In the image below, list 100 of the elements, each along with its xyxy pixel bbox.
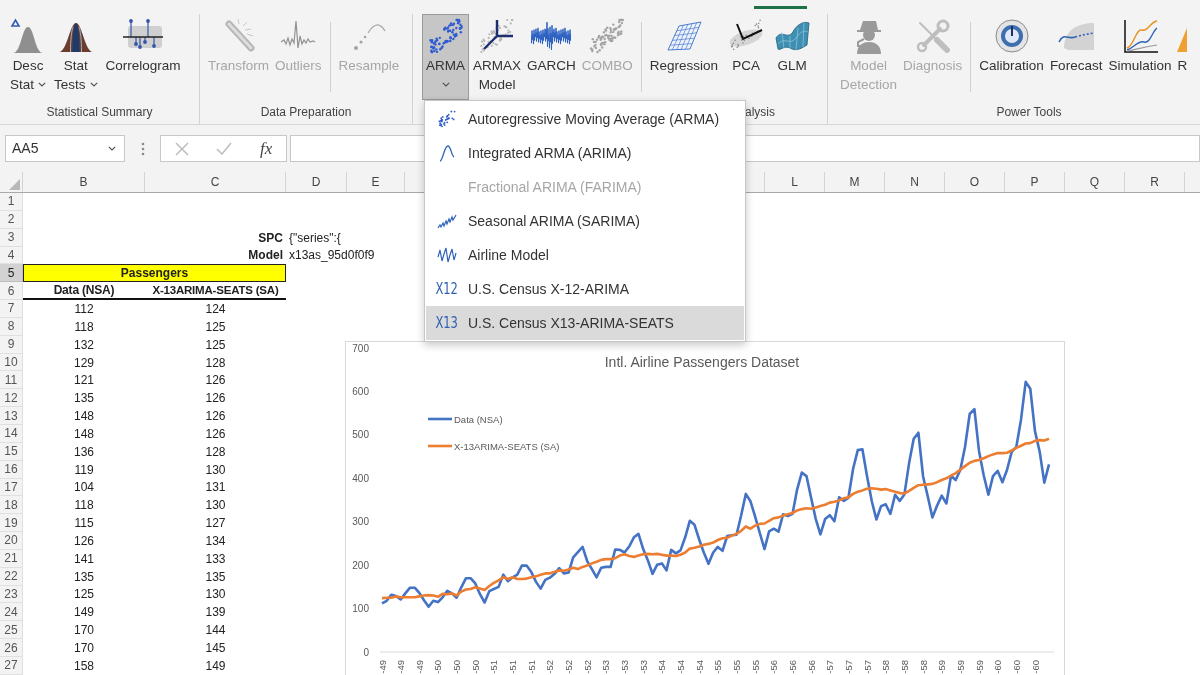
cell-value: 115	[74, 515, 94, 533]
parameter-value: x13as_95d0f0f9	[289, 247, 375, 265]
cell-value: 145	[205, 640, 226, 657]
group-label: Statistical Summary	[46, 104, 153, 121]
cell-value: 141	[74, 550, 94, 568]
group-label: Data Preparation	[260, 104, 352, 121]
cell-value: 130	[205, 497, 226, 515]
cell-value: 126	[74, 532, 94, 550]
cell-value: 170	[74, 640, 94, 657]
column-title: Data (NSA)	[53, 282, 115, 300]
cell-value: 118	[74, 318, 94, 336]
cell-value: 131	[205, 479, 226, 497]
version-label: X12	[435, 281, 459, 297]
cell-value: 135	[205, 568, 226, 586]
y-axis-label: 300	[352, 516, 369, 528]
x-axis-label: -51	[507, 660, 519, 674]
cell-value: 139	[205, 604, 226, 622]
x-axis-label: -59	[973, 660, 985, 674]
cell-value: 148	[74, 408, 94, 426]
x-axis-label: -57	[824, 660, 836, 674]
x-axis-label: -56	[768, 660, 780, 674]
x-axis-label: -51	[488, 660, 500, 674]
y-axis-label: 500	[352, 429, 369, 441]
parameter-value: {"series":{	[289, 229, 341, 247]
x-axis-label: -52	[544, 660, 556, 674]
cell-value: 104	[74, 479, 94, 497]
cell-value: 158	[74, 657, 94, 675]
cell-value: 128	[205, 354, 226, 372]
x-axis-label: -58	[880, 660, 892, 674]
x-axis-label: -55	[731, 660, 742, 674]
cell-value: 136	[74, 443, 94, 461]
cell-value: 149	[74, 604, 94, 622]
cell-value: 129	[74, 354, 94, 372]
cell-value: 125	[74, 586, 94, 604]
cell-value: 125	[205, 318, 226, 336]
x-axis-label: -60	[1029, 660, 1041, 674]
x-axis-label: -59	[936, 660, 948, 674]
y-axis-label: 0	[363, 646, 369, 658]
x-axis-label: -56	[805, 660, 817, 674]
cell-value: 125	[205, 336, 226, 354]
x-axis-label: -57	[842, 660, 854, 674]
cell-value: 126	[205, 425, 226, 443]
cell-value: 148	[74, 425, 94, 443]
x-axis-label: -55	[712, 660, 724, 674]
x-axis-label: -54	[675, 660, 686, 674]
x-axis-label: -59	[954, 660, 966, 674]
cell-value: 128	[205, 443, 226, 461]
y-axis-label: 400	[352, 472, 369, 484]
y-axis-label: 700	[352, 342, 369, 354]
y-axis-label: 200	[352, 559, 369, 571]
cell-value: 149	[205, 657, 226, 675]
x-axis-label: -50	[432, 660, 444, 674]
x-axis-label: -53	[600, 660, 612, 674]
x-axis-label: -51	[525, 660, 537, 674]
y-axis-label: 100	[352, 603, 369, 615]
x-axis-label: -52	[581, 660, 593, 674]
cell-value: 126	[205, 372, 226, 390]
x-axis-label: -50	[469, 660, 481, 674]
x-axis-label: -58	[898, 660, 910, 674]
x-axis-label: -60	[992, 660, 1004, 674]
parameter-label: Model	[248, 247, 283, 265]
version-label: X13	[435, 315, 459, 331]
x-axis-label: -53	[637, 660, 649, 674]
group-label: Power Tools	[996, 104, 1062, 121]
cell-value: 144	[205, 622, 226, 640]
x-axis-label: -49	[376, 660, 388, 674]
legend-label: Data (NSA)	[454, 413, 503, 425]
x-axis-label: -57	[861, 660, 873, 674]
chart-title: Intl. Airline Passengers Dataset	[604, 354, 800, 370]
legend-label: X-13ARIMA-SEATS (SA)	[454, 440, 560, 452]
x-axis-label: -54	[656, 660, 668, 674]
cell-value: 112	[74, 301, 94, 318]
x-axis-label: -58	[917, 660, 929, 674]
x-axis-label: -52	[563, 660, 575, 674]
cell-value: 118	[74, 497, 94, 515]
cell-value: 124	[205, 301, 226, 318]
cell-value: 135	[74, 390, 94, 408]
x-axis-label: -60	[1010, 660, 1022, 674]
x-axis-label: -49	[395, 660, 407, 674]
x-axis-label: -53	[619, 660, 631, 674]
column-title: X-13ARIMA-SEATS (SA)	[152, 282, 279, 298]
cell-value: 121	[74, 372, 94, 390]
table-title: Passengers	[23, 264, 286, 283]
cell-value: 134	[205, 532, 226, 550]
cell-value: 135	[74, 568, 94, 586]
cell-value: 126	[205, 390, 226, 408]
group-label: alysis	[745, 104, 775, 121]
cell-value: 126	[205, 408, 226, 426]
parameter-label: SPC	[258, 229, 283, 247]
x-axis-label: -50	[451, 660, 463, 674]
x-axis-label: -49	[413, 660, 425, 674]
cell-value: 130	[205, 586, 226, 604]
cell-value: 133	[205, 550, 226, 568]
x-axis-label: -55	[749, 660, 761, 674]
cell-value: 132	[74, 336, 94, 354]
cell-value: 170	[74, 622, 94, 640]
cell-value: 127	[205, 515, 226, 533]
y-axis-label: 600	[352, 385, 369, 397]
cell-value: 119	[74, 461, 94, 479]
cell-value: 130	[205, 461, 226, 479]
